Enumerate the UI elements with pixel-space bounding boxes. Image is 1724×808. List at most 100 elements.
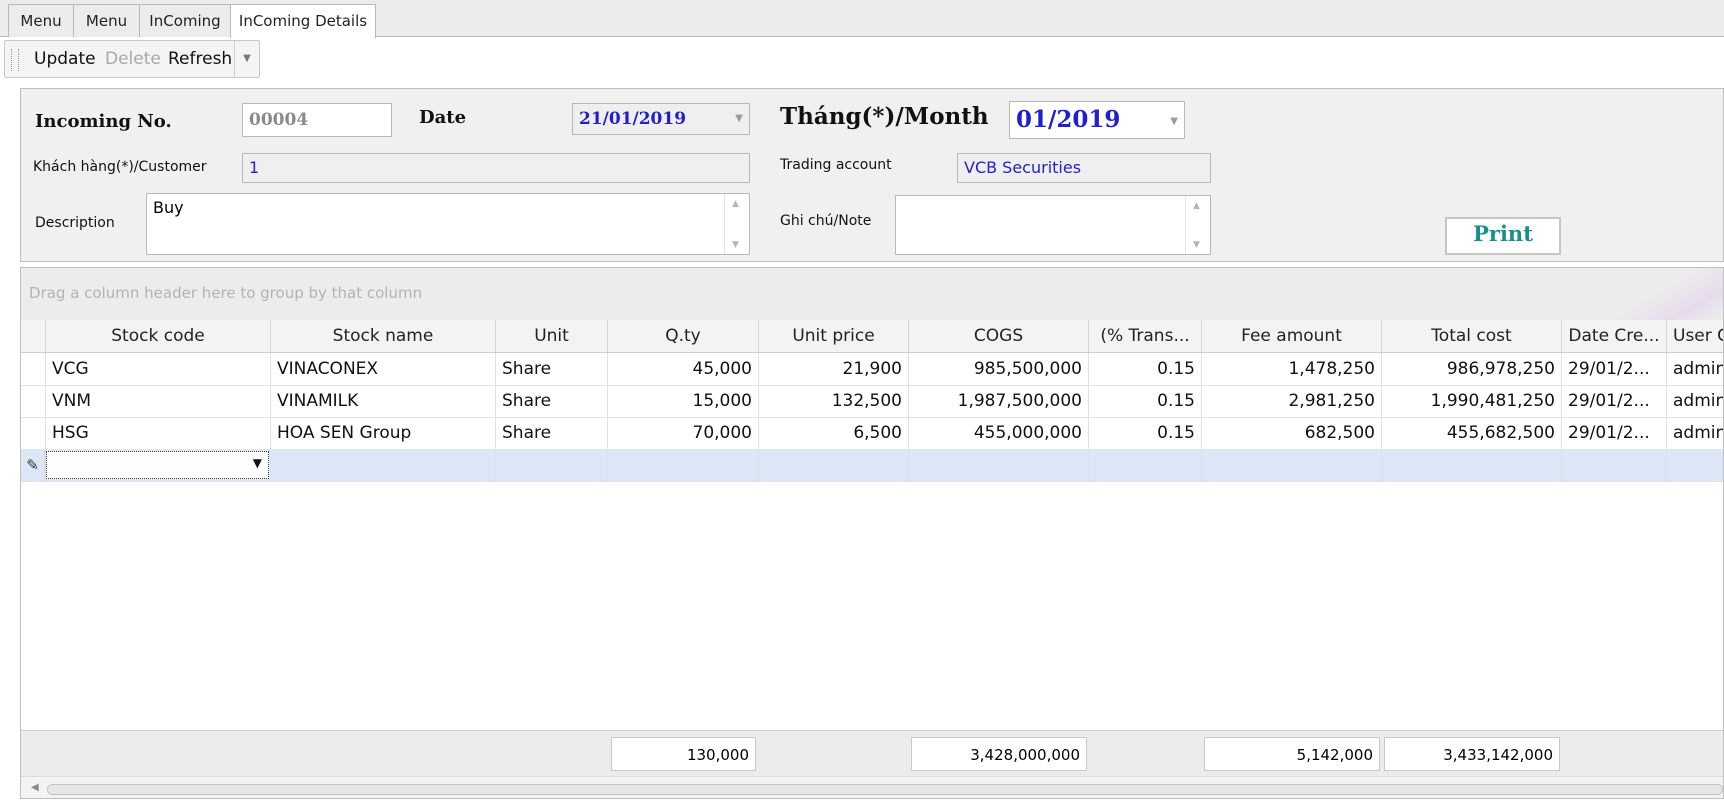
date-picker[interactable]: 21/01/2019 ▼ — [572, 103, 750, 135]
edit-pencil-icon: ✎ — [21, 449, 45, 481]
date-created-cell[interactable] — [1562, 449, 1667, 481]
user-cell[interactable]: admin — [1667, 385, 1723, 417]
unit-cell[interactable]: Share — [496, 417, 608, 449]
trading-account-field[interactable]: VCB Securities — [957, 153, 1211, 183]
column-header-stock-code[interactable]: Stock code — [46, 320, 271, 352]
table-row[interactable]: VCG VINACONEX Share 45,000 21,900 985,50… — [21, 353, 1723, 386]
toolbar-overflow-dropdown[interactable]: ▼ — [234, 41, 259, 77]
total-cost-cell[interactable]: 1,990,481,250 — [1382, 385, 1562, 417]
table-row[interactable]: HSG HOA SEN Group Share 70,000 6,500 455… — [21, 417, 1723, 450]
chevron-down-icon: ▼ — [735, 113, 743, 124]
grid-footer-totals: 130,000 3,428,000,000 5,142,000 3,433,14… — [21, 730, 1723, 777]
fee-amount-cell[interactable]: 2,981,250 — [1202, 385, 1382, 417]
description-value: Buy — [153, 198, 184, 217]
customer-field[interactable]: 1 — [242, 153, 750, 183]
qty-cell[interactable]: 70,000 — [608, 417, 759, 449]
cogs-cell[interactable]: 1,987,500,000 — [909, 385, 1089, 417]
total-cost-cell[interactable] — [1382, 449, 1562, 481]
dropdown-arrow-icon: ▼ — [252, 456, 262, 470]
unit-price-cell[interactable] — [759, 449, 909, 481]
stock-name-cell[interactable]: VINACONEX — [271, 353, 496, 385]
row-indicator[interactable] — [21, 417, 46, 449]
stock-name-cell[interactable]: HOA SEN Group — [271, 417, 496, 449]
month-combo[interactable]: 01/2019 ▼ — [1009, 101, 1185, 139]
total-cost-cell[interactable]: 986,978,250 — [1382, 353, 1562, 385]
cogs-cell[interactable]: 455,000,000 — [909, 417, 1089, 449]
new-item-row[interactable]: ✎ ▼ — [21, 449, 1723, 482]
stock-code-cell[interactable]: VCG — [46, 353, 271, 385]
group-by-panel[interactable]: Drag a column header here to group by th… — [21, 268, 1723, 328]
toolbar-grip[interactable] — [11, 49, 19, 71]
table-row[interactable]: VNM VINAMILK Share 15,000 132,500 1,987,… — [21, 385, 1723, 418]
column-header-unit[interactable]: Unit — [496, 320, 608, 352]
stock-name-cell[interactable]: VINAMILK — [271, 385, 496, 417]
horizontal-scrollbar[interactable]: ◀ — [21, 776, 1723, 798]
column-header-fee-amount[interactable]: Fee amount — [1202, 320, 1382, 352]
chevron-down-icon: ▼ — [243, 53, 251, 64]
refresh-button[interactable]: Refresh — [168, 41, 232, 77]
qty-cell[interactable]: 15,000 — [608, 385, 759, 417]
unit-cell[interactable]: Share — [496, 353, 608, 385]
column-header-date-created[interactable]: Date Cre... — [1562, 320, 1667, 352]
fee-amount-cell[interactable]: 1,478,250 — [1202, 353, 1382, 385]
row-indicator[interactable] — [21, 385, 46, 417]
qty-cell[interactable] — [608, 449, 759, 481]
unit-price-cell[interactable]: 6,500 — [759, 417, 909, 449]
date-created-cell[interactable]: 29/01/2... — [1562, 417, 1667, 449]
tab-menu-1[interactable]: Menu — [8, 4, 74, 37]
tab-menu-2[interactable]: Menu — [73, 4, 140, 37]
user-cell[interactable] — [1667, 449, 1723, 481]
column-header-stock-name[interactable]: Stock name — [271, 320, 496, 352]
description-textarea[interactable]: Buy ▲ ▼ — [146, 193, 750, 255]
incoming-no-field[interactable]: 00004 — [242, 103, 392, 137]
chevron-down-icon: ▼ — [1170, 116, 1178, 127]
column-header-total-cost[interactable]: Total cost — [1382, 320, 1562, 352]
date-created-cell[interactable]: 29/01/2... — [1562, 353, 1667, 385]
decorative-swoosh — [1613, 268, 1723, 328]
trans-percent-cell[interactable]: 0.15 — [1089, 353, 1202, 385]
stock-name-cell[interactable] — [271, 449, 496, 481]
column-header-cogs[interactable]: COGS — [909, 320, 1089, 352]
fee-amount-cell[interactable] — [1202, 449, 1382, 481]
description-scrollbar[interactable]: ▲ ▼ — [724, 194, 749, 254]
cogs-cell[interactable]: 985,500,000 — [909, 353, 1089, 385]
tab-incoming-details[interactable]: InComing Details — [230, 4, 376, 38]
column-header-user[interactable]: User C — [1667, 320, 1723, 352]
tab-incoming[interactable]: InComing — [139, 4, 231, 37]
cogs-cell[interactable] — [909, 449, 1089, 481]
date-created-cell[interactable]: 29/01/2... — [1562, 385, 1667, 417]
row-indicator[interactable] — [21, 353, 46, 385]
qty-cell[interactable]: 45,000 — [608, 353, 759, 385]
month-value: 01/2019 — [1016, 106, 1121, 133]
note-textarea[interactable]: ▲ ▼ — [895, 195, 1211, 255]
column-header-qty[interactable]: Q.ty — [608, 320, 759, 352]
description-label: Description — [35, 215, 115, 231]
trans-percent-cell[interactable]: 0.15 — [1089, 417, 1202, 449]
column-header-unit-price[interactable]: Unit price — [759, 320, 909, 352]
stock-code-editor[interactable]: ▼ — [46, 451, 269, 479]
toolbar: Update Delete Refresh ▼ — [4, 40, 260, 78]
scroll-left-icon[interactable]: ◀ — [31, 782, 39, 793]
trans-percent-cell[interactable]: 0.15 — [1089, 385, 1202, 417]
print-button[interactable]: Print — [1445, 217, 1561, 255]
tab-strip: Menu Menu InComing InComing Details — [0, 0, 1724, 38]
scrollbar-thumb[interactable] — [47, 784, 1723, 795]
total-cost-cell[interactable]: 455,682,500 — [1382, 417, 1562, 449]
note-scrollbar[interactable]: ▲ ▼ — [1185, 196, 1210, 254]
stock-code-cell[interactable]: HSG — [46, 417, 271, 449]
user-cell[interactable]: admin — [1667, 353, 1723, 385]
user-cell[interactable]: admin — [1667, 417, 1723, 449]
incoming-header-panel: Incoming No. 00004 Date 21/01/2019 ▼ Thá… — [20, 88, 1724, 262]
trans-percent-cell[interactable] — [1089, 449, 1202, 481]
fee-amount-cell[interactable]: 682,500 — [1202, 417, 1382, 449]
stock-code-cell[interactable]: VNM — [46, 385, 271, 417]
delete-button[interactable]: Delete — [105, 41, 161, 77]
unit-price-cell[interactable]: 21,900 — [759, 353, 909, 385]
total-fee: 5,142,000 — [1204, 737, 1380, 771]
unit-cell[interactable]: Share — [496, 385, 608, 417]
update-button[interactable]: Update — [34, 41, 96, 77]
unit-cell[interactable] — [496, 449, 608, 481]
column-header-trans-percent[interactable]: (% Trans... — [1089, 320, 1202, 352]
group-by-hint: Drag a column header here to group by th… — [29, 284, 423, 302]
unit-price-cell[interactable]: 132,500 — [759, 385, 909, 417]
